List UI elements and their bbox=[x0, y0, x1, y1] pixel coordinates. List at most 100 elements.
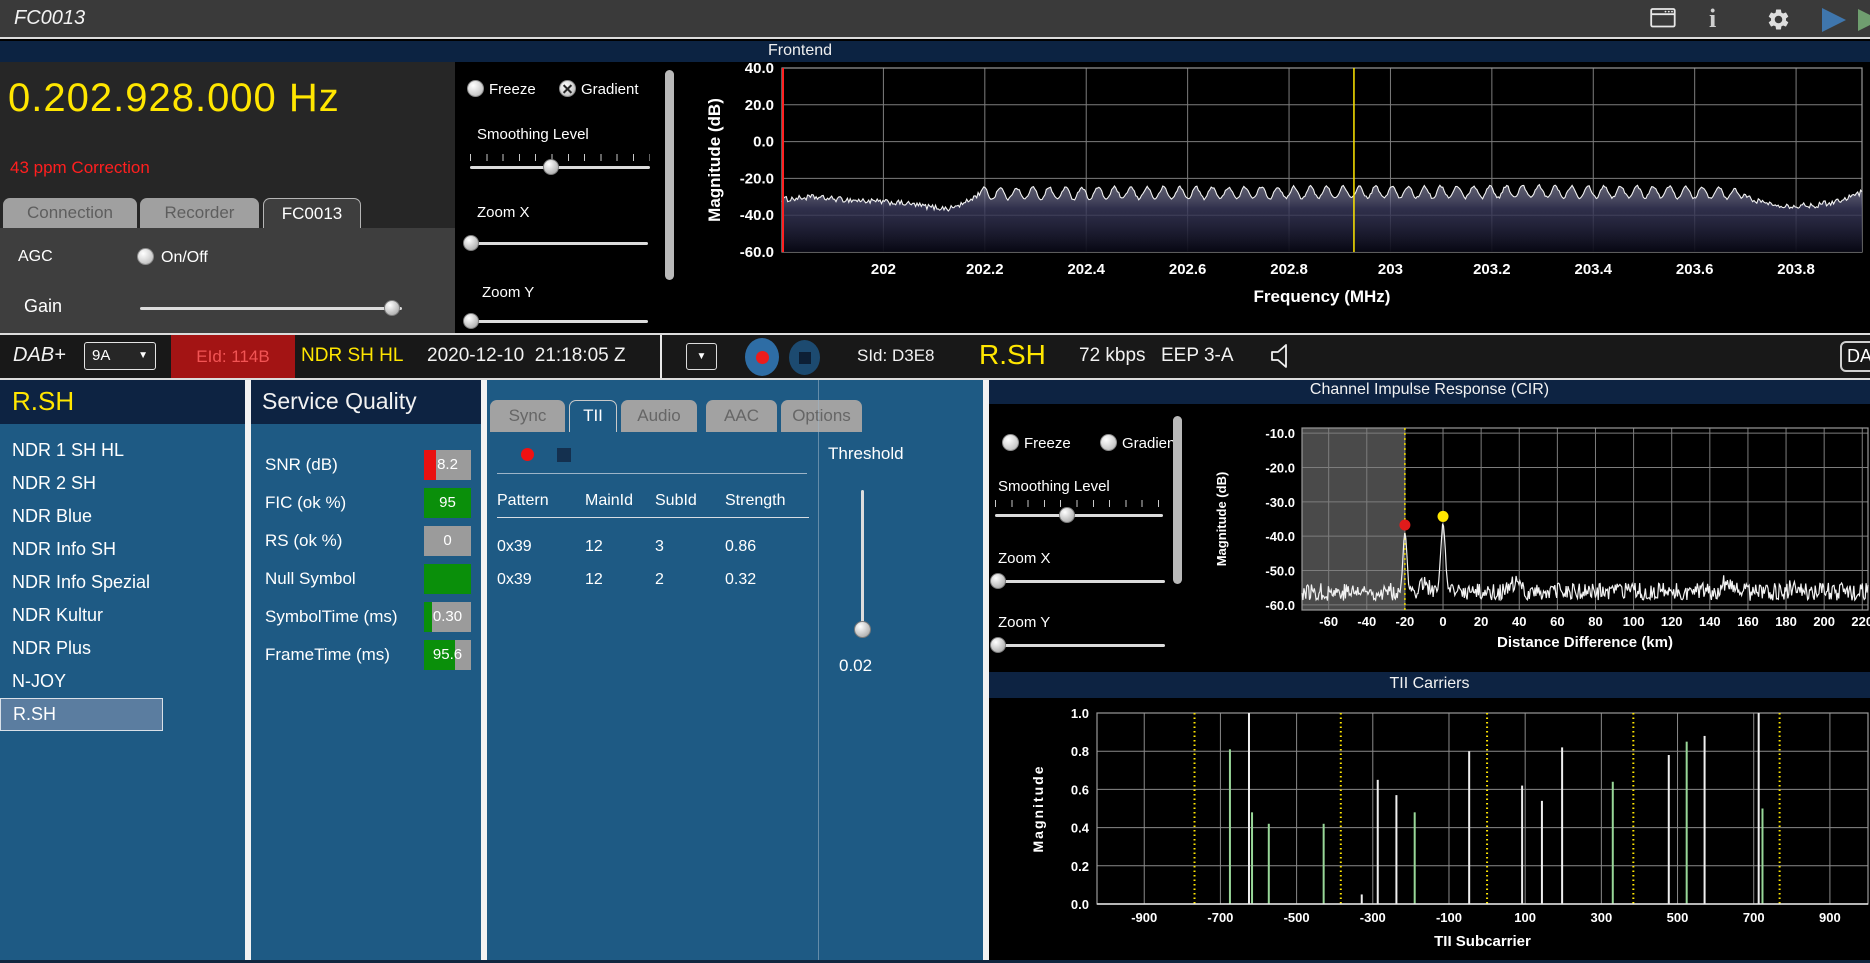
svg-text:0.0: 0.0 bbox=[1071, 897, 1089, 912]
service-quality-bar bbox=[424, 564, 471, 594]
recorder-dropdown-button[interactable]: ▼ bbox=[686, 343, 717, 370]
tab-tii[interactable]: TII bbox=[569, 400, 617, 432]
svg-text:20: 20 bbox=[1474, 614, 1488, 629]
svg-text:120: 120 bbox=[1661, 614, 1683, 629]
col-pattern: Pattern bbox=[497, 492, 549, 509]
tii-table-cell: 0x39 bbox=[497, 538, 532, 555]
tab-recorder[interactable]: Recorder bbox=[140, 198, 259, 228]
tii-carriers-title: TII Carriers bbox=[1389, 675, 1470, 692]
settings-gear-icon[interactable] bbox=[1766, 7, 1791, 37]
service-quality-label: RS (ok %) bbox=[265, 531, 343, 550]
service-list-item[interactable]: R.SH bbox=[0, 698, 163, 731]
tab-sync[interactable]: Sync bbox=[490, 400, 565, 432]
svg-text:160: 160 bbox=[1737, 614, 1759, 629]
secondary-play-icon[interactable] bbox=[1858, 9, 1870, 31]
dab-mode-label: DAB+ bbox=[13, 344, 66, 366]
svg-text:203.2: 203.2 bbox=[1473, 261, 1511, 278]
cir-title: Channel Impulse Response (CIR) bbox=[1309, 381, 1550, 398]
tab-aac[interactable]: AAC bbox=[706, 400, 777, 432]
record-icon bbox=[755, 350, 769, 364]
service-list-item[interactable]: NDR 2 SH bbox=[0, 467, 245, 500]
channel-select[interactable]: 9A ▼ bbox=[84, 342, 156, 370]
service-list-item[interactable]: NDR Plus bbox=[0, 632, 245, 665]
service-list-item[interactable]: NDR Info Spezial bbox=[0, 566, 245, 599]
app-window: FC0013 i Frontend 0.202.928.000 Hz 43 pp… bbox=[0, 0, 1870, 963]
channel-value: 9A bbox=[92, 347, 111, 364]
spectrum-controls-scrollbar[interactable] bbox=[665, 70, 674, 280]
spectrum-plot[interactable]: 40.0 20.0 0.0 -20.0 -40.0 -60.0 202 202.2 202.4 2… bbox=[690, 60, 1870, 335]
spectrum-smoothing-label: Smoothing Level bbox=[477, 126, 589, 143]
service-quality-value: 95 bbox=[439, 494, 456, 511]
service-list-item[interactable]: NDR Info SH bbox=[0, 533, 245, 566]
svg-text:60: 60 bbox=[1550, 614, 1564, 629]
tii-carriers-plot[interactable]: 1.0 0.8 0.6 0.4 0.2 0.0 -900 -700 -500 -300 -100 10… bbox=[989, 698, 1870, 963]
svg-text:200: 200 bbox=[1813, 614, 1835, 629]
agc-option-label: On/Off bbox=[161, 249, 208, 266]
service-list-item[interactable]: NDR 1 SH HL bbox=[0, 434, 245, 467]
tab-connection[interactable]: Connection bbox=[3, 198, 137, 228]
tii-table-cell: 3 bbox=[655, 538, 664, 555]
col-strength: Strength bbox=[725, 492, 786, 509]
svg-text:TII Subcarrier: TII Subcarrier bbox=[1434, 933, 1531, 950]
service-list-item[interactable]: N-JOY bbox=[0, 665, 245, 698]
svg-text:203.6: 203.6 bbox=[1676, 261, 1714, 278]
service-quality-title: Service Quality bbox=[262, 388, 417, 414]
service-quality-bar: 8.2 bbox=[424, 450, 471, 480]
ensemble-name: NDR SH HL bbox=[301, 345, 404, 366]
tii-table-cell: 0.86 bbox=[725, 538, 757, 555]
spectrum-zoomx-handle[interactable] bbox=[462, 235, 479, 251]
threshold-value: 0.02 bbox=[839, 656, 873, 675]
svg-text:700: 700 bbox=[1743, 910, 1765, 925]
spectrum-gradient-radio[interactable] bbox=[559, 80, 576, 97]
service-list-item[interactable]: NDR Blue bbox=[0, 500, 245, 533]
svg-text:40.0: 40.0 bbox=[745, 62, 774, 77]
service-quality-rows: SNR (dB) 8.2 FIC (ok %) 95 RS (ok %) 0 Null Sy… bbox=[251, 446, 481, 674]
svg-text:203.4: 203.4 bbox=[1574, 261, 1612, 278]
spectrum-display-controls: Freeze Gradient Smoothing Level Zoom X Z… bbox=[455, 62, 690, 335]
spectrum-smoothing-handle[interactable] bbox=[543, 159, 559, 175]
frontend-title: Frontend bbox=[767, 42, 833, 59]
svg-text:0.0: 0.0 bbox=[753, 134, 774, 151]
threshold-slider-handle[interactable] bbox=[854, 621, 871, 638]
threshold-slider[interactable] bbox=[854, 490, 871, 638]
tab-fc0013[interactable]: FC0013 bbox=[263, 198, 361, 228]
chevron-down-icon: ▼ bbox=[138, 350, 148, 361]
stop-button[interactable] bbox=[789, 340, 820, 375]
cir-plot[interactable]: -10.0 -20.0 -30.0 -40.0 -50.0 -60.0 -60 -40 -20 0… bbox=[989, 404, 1870, 672]
stop-icon bbox=[798, 351, 811, 364]
service-list: NDR 1 SH HL NDR 2 SH NDR Blue NDR Info SH ND… bbox=[0, 424, 245, 731]
spectrum-smoothing-slider[interactable] bbox=[470, 159, 650, 175]
dab-mode-badge[interactable]: DAB bbox=[1840, 341, 1870, 372]
tii-table-cell: 2 bbox=[655, 571, 664, 588]
agc-radio[interactable] bbox=[137, 248, 154, 265]
divider bbox=[818, 380, 819, 963]
spectrum-zoomy-handle[interactable] bbox=[462, 313, 479, 329]
window-icon[interactable] bbox=[1650, 7, 1676, 34]
svg-text:300: 300 bbox=[1590, 910, 1612, 925]
record-button[interactable] bbox=[745, 338, 779, 376]
gain-label: Gain bbox=[24, 296, 63, 316]
svg-text:-900: -900 bbox=[1131, 910, 1157, 925]
current-service-name: R.SH bbox=[979, 339, 1046, 370]
svg-text:-60.0: -60.0 bbox=[1265, 598, 1295, 613]
svg-text:80: 80 bbox=[1588, 614, 1602, 629]
svg-text:-20: -20 bbox=[1396, 614, 1415, 629]
gain-slider[interactable] bbox=[140, 300, 402, 316]
info-icon[interactable]: i bbox=[1709, 4, 1716, 34]
start-play-icon[interactable] bbox=[1822, 8, 1846, 32]
spectrum-zoomx-slider[interactable] bbox=[462, 235, 648, 251]
service-list-item[interactable]: NDR Kultur bbox=[0, 599, 245, 632]
speaker-icon[interactable] bbox=[1270, 343, 1296, 374]
tab-options[interactable]: Options bbox=[781, 400, 862, 432]
svg-text:-50.0: -50.0 bbox=[1265, 564, 1295, 579]
tab-audio[interactable]: Audio bbox=[621, 400, 697, 432]
toolbar-divider bbox=[660, 335, 662, 378]
spectrum-zoomy-slider[interactable] bbox=[462, 313, 648, 329]
service-quality-label: FIC (ok %) bbox=[265, 493, 347, 512]
service-quality-row: SNR (dB) 8.2 bbox=[251, 446, 481, 484]
service-quality-row: FIC (ok %) 95 bbox=[251, 484, 481, 522]
spectrum-freeze-radio[interactable] bbox=[467, 80, 484, 97]
tii-table-header: Pattern MainId SubId Strength bbox=[497, 492, 809, 518]
service-quality-label: FrameTime (ms) bbox=[265, 645, 390, 664]
gain-slider-handle[interactable] bbox=[383, 300, 400, 316]
